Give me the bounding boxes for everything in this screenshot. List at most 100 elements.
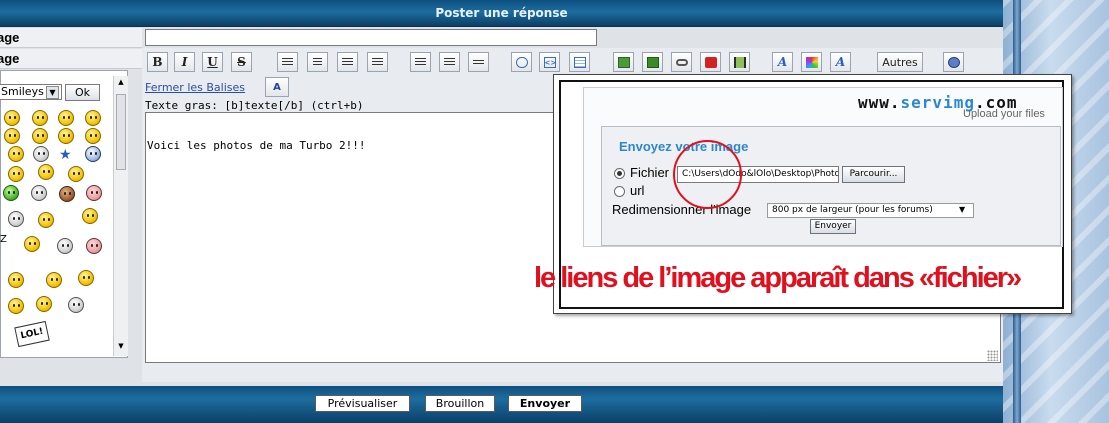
smiley-icon[interactable] bbox=[68, 166, 84, 182]
font-face-button[interactable]: A bbox=[830, 52, 851, 72]
font-icon: A bbox=[273, 81, 281, 93]
font-toggle-button[interactable]: A bbox=[265, 77, 289, 97]
smiley-icon[interactable] bbox=[86, 238, 102, 254]
smiley-icon[interactable] bbox=[31, 185, 47, 201]
align-left-icon bbox=[282, 57, 293, 67]
code-icon: <> bbox=[543, 56, 557, 68]
others-button[interactable]: Autres bbox=[877, 52, 923, 72]
dropdown-arrow-icon[interactable]: ▼ bbox=[959, 205, 965, 214]
smiley-icon[interactable] bbox=[8, 146, 24, 162]
smiley-icon[interactable] bbox=[58, 110, 74, 126]
post-reply-header: Poster une réponse bbox=[0, 0, 1003, 27]
subject-input[interactable] bbox=[145, 29, 597, 46]
scroll-down-icon[interactable]: ▼ bbox=[116, 342, 126, 350]
smiley-icon[interactable] bbox=[3, 185, 19, 201]
underline-button[interactable]: U bbox=[202, 52, 223, 72]
scroll-up-icon[interactable]: ▲ bbox=[116, 78, 126, 86]
smiley-icon[interactable] bbox=[8, 272, 24, 288]
send-button[interactable]: Envoyer bbox=[508, 395, 582, 412]
browse-button[interactable]: Parcourir... bbox=[842, 166, 905, 183]
smiley-icon[interactable] bbox=[59, 186, 75, 202]
submit-bar bbox=[0, 386, 1003, 423]
smiley-icon[interactable] bbox=[8, 298, 24, 314]
annotation-text: le liens de l’image apparaît dans «fichi… bbox=[534, 262, 1022, 294]
dropdown-arrow-icon[interactable]: ▼ bbox=[46, 86, 59, 99]
numbered-list-button[interactable] bbox=[439, 52, 460, 72]
servimg-tagline: Upload your files bbox=[963, 108, 1045, 120]
smiley-icon[interactable] bbox=[58, 128, 74, 144]
smiley-icon[interactable] bbox=[85, 110, 101, 126]
align-right-icon bbox=[342, 57, 353, 67]
smiley-icon[interactable] bbox=[86, 185, 102, 201]
align-center-icon bbox=[313, 57, 322, 67]
smiley-icon[interactable] bbox=[36, 296, 52, 312]
draft-button[interactable]: Brouillon bbox=[425, 395, 495, 412]
smiley-icon[interactable] bbox=[78, 270, 94, 286]
help-icon bbox=[947, 56, 960, 68]
numbered-list-icon bbox=[444, 57, 455, 67]
quote-button[interactable] bbox=[511, 52, 532, 72]
smiley-icon[interactable] bbox=[32, 128, 48, 144]
smiley-icon[interactable] bbox=[33, 146, 49, 162]
hide-tags-link[interactable]: Fermer les Balises bbox=[145, 81, 245, 94]
resize-grip-icon[interactable] bbox=[987, 350, 998, 361]
smiley-ok-button[interactable]: Ok bbox=[65, 84, 100, 101]
font-size-button[interactable]: A bbox=[772, 52, 793, 72]
color-button[interactable] bbox=[801, 52, 822, 72]
format-hint: Texte gras: [b]texte[/b] (ctrl+b) bbox=[145, 99, 364, 112]
align-left-button[interactable] bbox=[277, 52, 298, 72]
smiley-icon[interactable] bbox=[4, 110, 20, 126]
smiley-icon[interactable] bbox=[68, 297, 84, 313]
bullet-list-icon bbox=[415, 57, 426, 67]
smiley-icon[interactable] bbox=[24, 236, 40, 252]
file-radio[interactable] bbox=[614, 168, 625, 179]
smiley-icon[interactable] bbox=[38, 164, 54, 180]
smiley-icon[interactable] bbox=[82, 208, 98, 224]
subject-label: age bbox=[0, 28, 142, 48]
code-button[interactable]: <> bbox=[539, 52, 560, 72]
horizontal-rule-button[interactable] bbox=[468, 52, 489, 72]
message-text: Voici les photos de ma Turbo 2!!! bbox=[147, 139, 366, 152]
table-icon bbox=[573, 56, 586, 68]
smiley-icon[interactable] bbox=[8, 211, 24, 227]
smiley-icon[interactable] bbox=[85, 128, 101, 144]
smiley-icon[interactable] bbox=[38, 212, 54, 228]
table-button[interactable] bbox=[569, 52, 590, 72]
scroll-thumb[interactable] bbox=[116, 94, 126, 170]
page-title: Poster une réponse bbox=[435, 6, 568, 20]
font-icon: A bbox=[777, 55, 788, 69]
film-icon bbox=[733, 56, 746, 68]
message-label: age bbox=[0, 49, 142, 69]
smiley-icon[interactable] bbox=[4, 128, 20, 144]
align-right-button[interactable] bbox=[337, 52, 358, 72]
flash-icon bbox=[704, 56, 717, 68]
url-radio[interactable] bbox=[614, 186, 625, 197]
justify-button[interactable] bbox=[367, 52, 388, 72]
smiley-icon[interactable] bbox=[85, 146, 101, 162]
smiley-icon[interactable] bbox=[8, 166, 24, 182]
smiley-scrollbar[interactable]: ▲ ▼ bbox=[113, 76, 128, 356]
horizontal-rule-icon bbox=[473, 60, 484, 64]
align-center-button[interactable] bbox=[307, 52, 328, 72]
image-icon bbox=[617, 56, 630, 68]
strike-button[interactable]: S bbox=[231, 52, 252, 72]
upload-send-button[interactable]: Envoyer bbox=[810, 219, 856, 234]
link-icon bbox=[675, 58, 688, 66]
bold-button[interactable]: B bbox=[147, 52, 168, 72]
image-host-button[interactable] bbox=[613, 52, 634, 72]
insert-image-button[interactable] bbox=[642, 52, 663, 72]
resize-select[interactable]: 800 px de largeur (pour les forums) bbox=[767, 203, 974, 218]
bullet-list-button[interactable] bbox=[410, 52, 431, 72]
picture-icon bbox=[646, 56, 659, 68]
link-button[interactable] bbox=[671, 52, 692, 72]
help-button[interactable] bbox=[943, 52, 964, 72]
preview-button[interactable]: Prévisualiser bbox=[315, 395, 410, 412]
video-button[interactable] bbox=[729, 52, 750, 72]
smiley-icon[interactable] bbox=[57, 238, 73, 254]
color-palette-icon bbox=[805, 56, 818, 68]
smiley-icon[interactable] bbox=[32, 110, 48, 126]
smiley-icon[interactable] bbox=[46, 272, 62, 288]
italic-button[interactable]: I bbox=[174, 52, 195, 72]
flash-button[interactable] bbox=[700, 52, 721, 72]
star-icon[interactable]: ★ bbox=[59, 148, 72, 162]
